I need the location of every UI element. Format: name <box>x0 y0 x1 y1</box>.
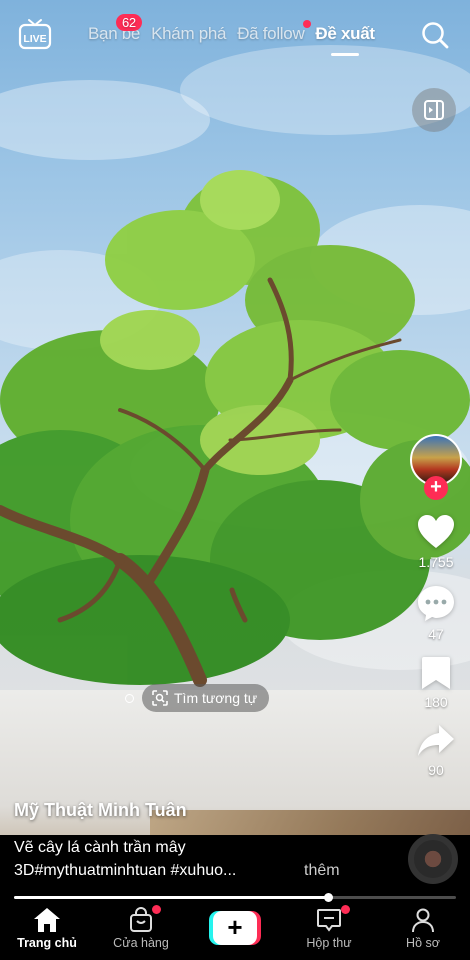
tab-following[interactable]: Đã follow <box>237 20 312 44</box>
painted-tree <box>0 170 470 687</box>
tab-for-you[interactable]: Đề xuất <box>315 24 375 56</box>
shop-notification-dot <box>152 905 161 914</box>
picture-in-picture-icon <box>424 100 444 120</box>
save-button[interactable]: 180 <box>410 656 462 710</box>
home-icon <box>34 908 60 932</box>
bookmark-icon <box>422 657 450 689</box>
nav-home[interactable]: Trang chủ <box>0 903 94 960</box>
nav-create[interactable]: + <box>188 903 282 960</box>
like-button[interactable]: 1.755 <box>410 514 462 570</box>
nav-profile[interactable]: Hồ sơ <box>376 903 470 960</box>
save-count: 180 <box>424 694 448 710</box>
bottom-nav: Trang chủ Cửa hàng + Hộp thư Hồ sơ <box>0 903 470 960</box>
like-count: 1.755 <box>418 554 454 570</box>
tab-explore-label: Khám phá <box>151 24 227 43</box>
nav-shop-label: Cửa hàng <box>113 936 169 950</box>
music-disc[interactable] <box>408 834 458 884</box>
find-similar-button[interactable]: Tìm tương tự <box>142 684 270 712</box>
author-name[interactable]: Mỹ Thuật Minh Tuân <box>14 800 187 821</box>
nav-inbox-label: Hộp thư <box>306 936 352 950</box>
action-rail: + 1.755 47 180 90 <box>410 434 462 792</box>
comment-icon <box>418 586 454 621</box>
find-similar: Tìm tương tự <box>125 684 270 712</box>
create-plus-icon: + <box>209 911 261 945</box>
search-icon[interactable] <box>420 20 450 50</box>
tiktok-feed-screen: LIVE Bạn bè 62 Khám phá Đã follow Đề xuấ… <box>0 0 470 960</box>
tab-explore[interactable]: Khám phá <box>151 24 226 44</box>
shop-bag-icon <box>130 907 152 932</box>
see-more-button[interactable]: thêm <box>304 859 340 882</box>
profile-icon <box>412 908 434 933</box>
inbox-icon <box>317 909 341 932</box>
post-caption[interactable]: Vẽ cây lá cành trần mây 3D#mythuatminhtu… <box>14 836 399 882</box>
progress-fill <box>14 896 328 899</box>
caption-line-2: 3D#mythuatminhtuan #xuhuo... <box>14 862 237 879</box>
visual-search-icon <box>152 690 168 706</box>
top-nav: LIVE Bạn bè 62 Khám phá Đã follow Đề xuấ… <box>0 14 470 58</box>
share-arrow-icon <box>418 725 454 756</box>
create-plus-symbol: + <box>213 911 257 945</box>
progress-knob[interactable] <box>323 893 333 902</box>
tab-following-label: Đã follow <box>237 24 305 43</box>
comment-button[interactable]: 47 <box>410 584 462 642</box>
similar-ring-icon <box>125 693 134 703</box>
video-progress-bar[interactable] <box>14 893 456 902</box>
friends-count-badge: 62 <box>116 14 142 31</box>
caption-line-1: Vẽ cây lá cành trần mây <box>14 839 186 856</box>
nav-inbox[interactable]: Hộp thư <box>282 903 376 960</box>
follow-plus-button[interactable]: + <box>424 476 448 500</box>
tab-friends[interactable]: Bạn bè 62 <box>88 14 142 44</box>
following-notification-dot <box>303 20 312 28</box>
wall-trim <box>150 810 470 835</box>
live-icon[interactable]: LIVE <box>18 18 52 50</box>
live-label: LIVE <box>23 33 46 45</box>
comment-count: 47 <box>428 626 444 642</box>
nav-profile-label: Hồ sơ <box>406 936 440 950</box>
feed-tabs: Bạn bè 62 Khám phá Đã follow Đề xuất <box>88 14 386 56</box>
tab-for-you-label: Đề xuất <box>315 24 375 43</box>
share-count: 90 <box>428 762 444 778</box>
find-similar-label: Tìm tương tự <box>174 690 258 706</box>
share-button[interactable]: 90 <box>410 724 462 778</box>
heart-icon <box>418 515 454 548</box>
nav-home-label: Trang chủ <box>17 936 77 950</box>
picture-in-picture-button[interactable] <box>412 88 456 132</box>
nav-shop[interactable]: Cửa hàng <box>94 903 188 960</box>
creator-avatar-button[interactable]: + <box>410 434 462 500</box>
inbox-notification-dot <box>341 905 350 914</box>
